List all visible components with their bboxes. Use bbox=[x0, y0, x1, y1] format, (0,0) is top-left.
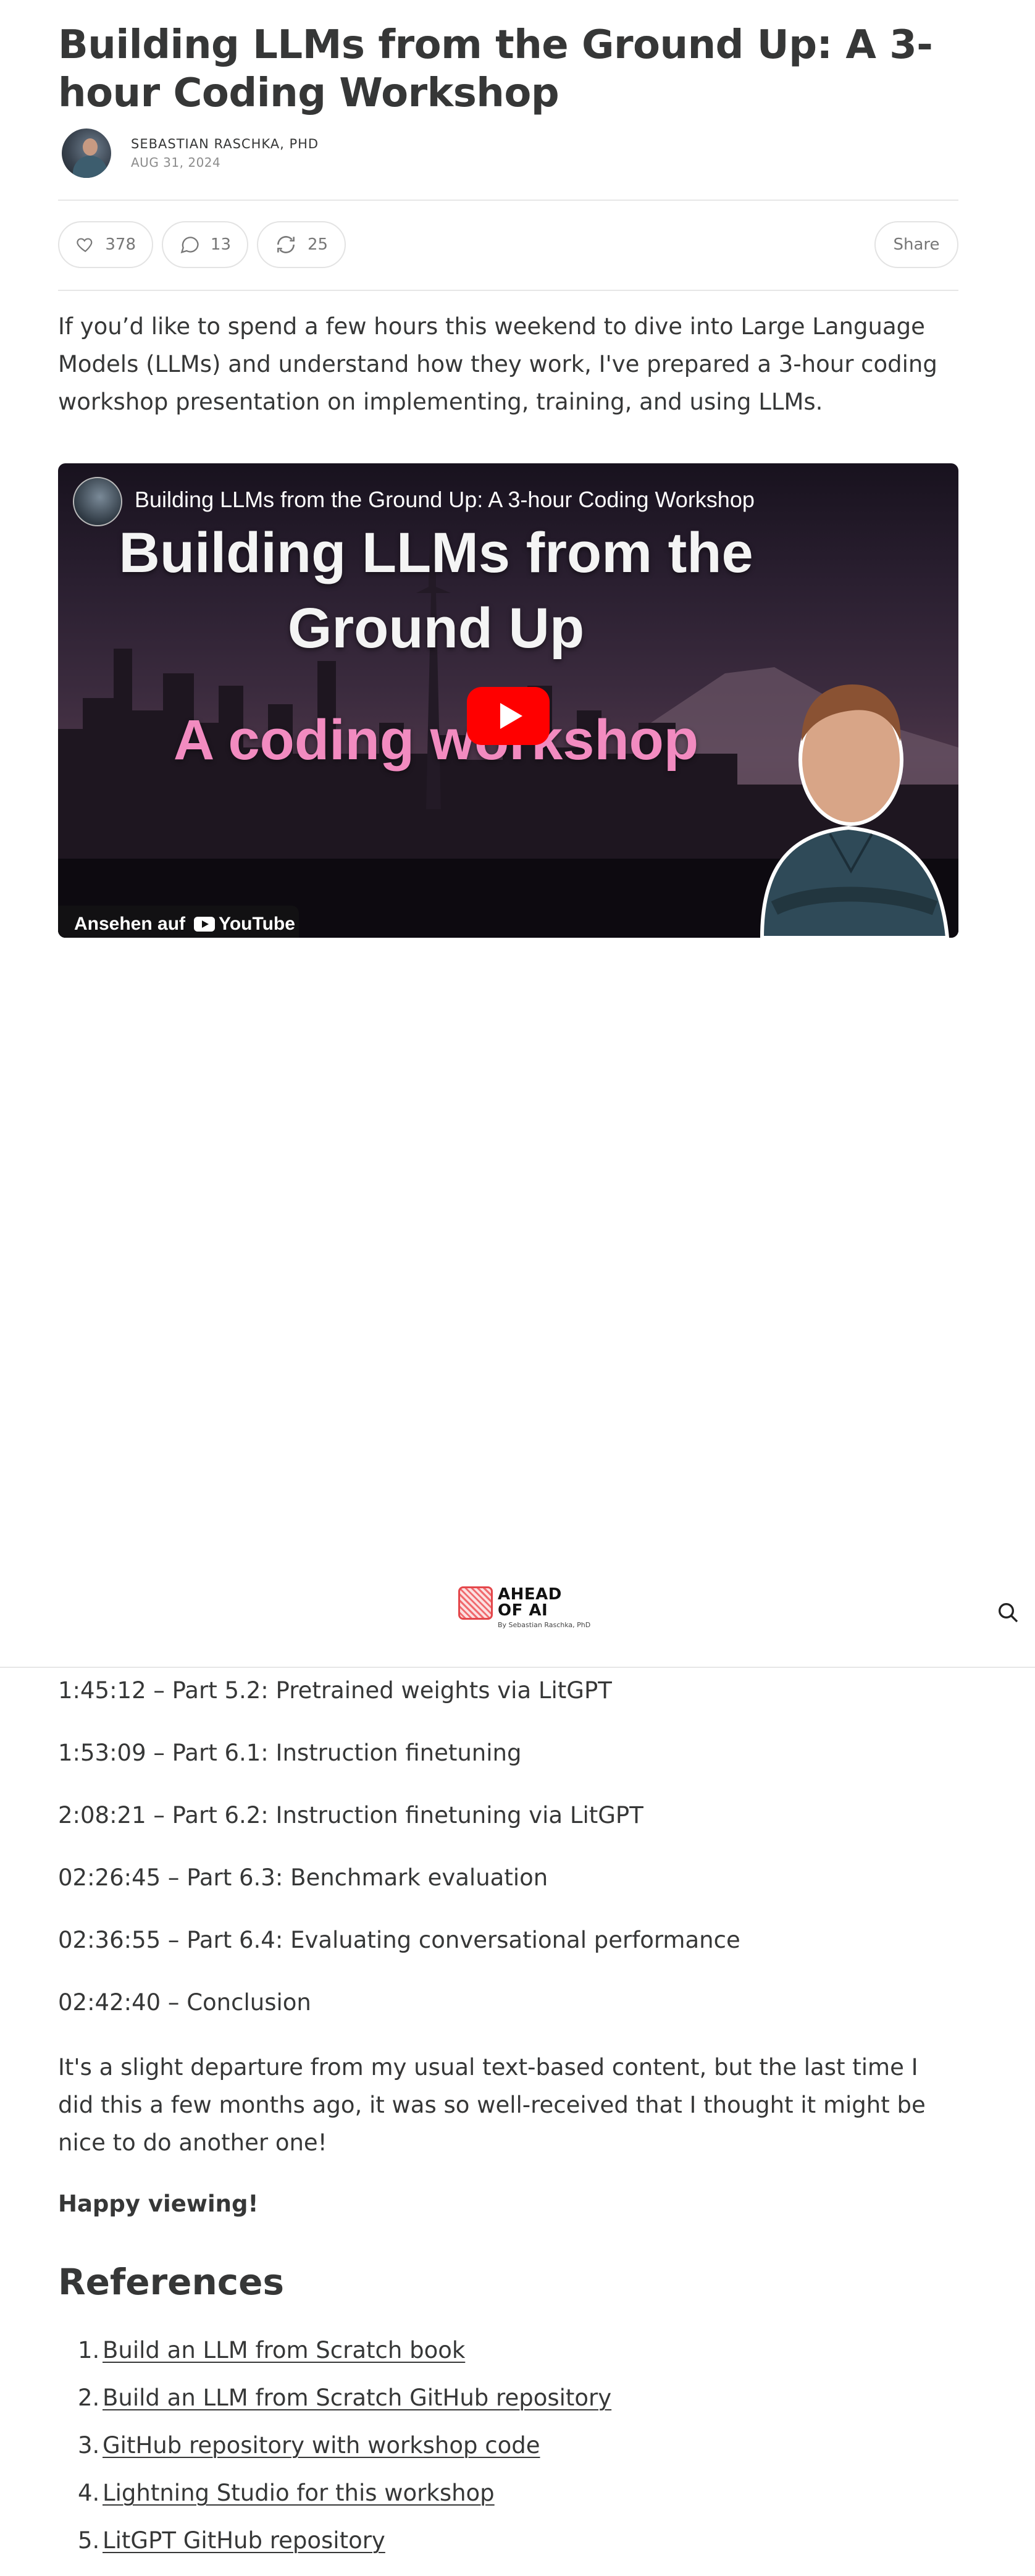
reference-link[interactable]: LitGPT GitHub repository bbox=[103, 2517, 385, 2564]
reference-item: 1. Build an LLM from Scratch book bbox=[58, 2326, 611, 2374]
restack-icon bbox=[277, 236, 295, 253]
divider bbox=[58, 200, 958, 201]
closing-paragraph: It's a slight departure from my usual te… bbox=[58, 2054, 926, 2156]
reference-link[interactable]: Build an LLM from Scratch book bbox=[103, 2326, 465, 2374]
comment-button[interactable]: 13 bbox=[162, 221, 248, 268]
reference-item: 5. LitGPT GitHub repository bbox=[58, 2517, 611, 2564]
reference-number: 5. bbox=[78, 2527, 100, 2554]
reference-number: 4. bbox=[78, 2480, 100, 2506]
intro-paragraph: If you’d like to spend a few hours this … bbox=[58, 313, 937, 415]
share-label: Share bbox=[893, 235, 940, 254]
timestamp-item: 02:42:40 – Conclusion bbox=[58, 1989, 311, 2016]
brand-mark-icon bbox=[458, 1586, 493, 1620]
youtube-embed[interactable]: Building LLMs from the Ground Up: A 3-ho… bbox=[58, 463, 958, 938]
reference-item: 3. GitHub repository with workshop code bbox=[58, 2422, 611, 2469]
site-logo[interactable]: AHEAD OF AI By Sebastian Raschka, PhD bbox=[458, 1586, 590, 1629]
site-header: AHEAD OF AI By Sebastian Raschka, PhD bbox=[0, 1548, 1035, 1668]
post-date: AUG 31, 2024 bbox=[131, 155, 221, 170]
reference-link[interactable]: Build an LLM from Scratch GitHub reposit… bbox=[103, 2374, 611, 2422]
youtube-logo-text: YouTube bbox=[219, 914, 295, 934]
youtube-logo-icon: YouTube bbox=[194, 914, 295, 935]
reference-item: 4. Lightning Studio for this workshop bbox=[58, 2469, 611, 2517]
author-name[interactable]: SEBASTIAN RASCHKA, PHD bbox=[131, 135, 319, 153]
thumbnail-headline-line1: Building LLMs from the bbox=[119, 521, 753, 584]
reference-number: 2. bbox=[78, 2384, 100, 2411]
restack-button[interactable]: 25 bbox=[257, 221, 346, 268]
post-title: Building LLMs from the Ground Up: A 3-ho… bbox=[58, 22, 933, 116]
like-button[interactable]: 378 bbox=[58, 221, 153, 268]
reference-number: 3. bbox=[78, 2432, 100, 2459]
heart-icon bbox=[77, 238, 93, 253]
like-count: 378 bbox=[105, 235, 136, 254]
byline: SEBASTIAN RASCHKA, PHD AUG 31, 2024 bbox=[62, 128, 319, 178]
thumbnail-subheadline: A coding workshop bbox=[173, 709, 699, 772]
play-button[interactable] bbox=[467, 687, 550, 745]
search-icon[interactable] bbox=[995, 1600, 1020, 1625]
thumbnail-headline: Building LLMs from the Ground Up bbox=[58, 515, 814, 666]
thumbnail-headline-line2: Ground Up bbox=[287, 597, 585, 660]
restack-count: 25 bbox=[308, 235, 329, 254]
reference-item: 2. Build an LLM from Scratch GitHub repo… bbox=[58, 2374, 611, 2422]
post-actions: 378 13 25 Share bbox=[58, 221, 958, 271]
reference-number: 1. bbox=[78, 2337, 100, 2363]
byline-meta: SEBASTIAN RASCHKA, PHD AUG 31, 2024 bbox=[131, 135, 319, 172]
references-heading: References bbox=[58, 2261, 285, 2303]
signoff: Happy viewing! bbox=[58, 2191, 259, 2217]
share-button[interactable]: Share bbox=[874, 221, 958, 268]
logo-line1: AHEAD bbox=[498, 1585, 562, 1604]
logo-subtitle: By Sebastian Raschka, PhD bbox=[498, 1621, 591, 1629]
divider bbox=[58, 290, 958, 291]
reference-link[interactable]: GitHub repository with workshop code bbox=[103, 2422, 540, 2469]
logo-line2: OF AI bbox=[498, 1601, 548, 1620]
timestamp-item: 1:45:12 – Part 5.2: Pretrained weights v… bbox=[58, 1677, 612, 1704]
comment-count: 13 bbox=[210, 235, 231, 254]
timestamp-item: 2:08:21 – Part 6.2: Instruction finetuni… bbox=[58, 1802, 643, 1829]
timestamp-item: 1:53:09 – Part 6.1: Instruction finetuni… bbox=[58, 1740, 522, 1766]
references-list: 1. Build an LLM from Scratch book 2. Bui… bbox=[58, 2326, 611, 2564]
reference-link[interactable]: Lightning Studio for this workshop bbox=[103, 2469, 495, 2517]
video-title[interactable]: Building LLMs from the Ground Up: A 3-ho… bbox=[135, 487, 755, 513]
watch-on-label: Ansehen auf bbox=[74, 914, 186, 934]
timestamp-item: 02:26:45 – Part 6.3: Benchmark evaluatio… bbox=[58, 1864, 548, 1891]
author-avatar[interactable] bbox=[62, 128, 111, 178]
presenter-photo bbox=[760, 684, 950, 938]
comment-icon bbox=[180, 237, 199, 254]
timestamp-item: 02:36:55 – Part 6.4: Evaluating conversa… bbox=[58, 1927, 740, 1953]
watch-on-youtube[interactable]: Ansehen auf YouTube bbox=[58, 906, 299, 938]
